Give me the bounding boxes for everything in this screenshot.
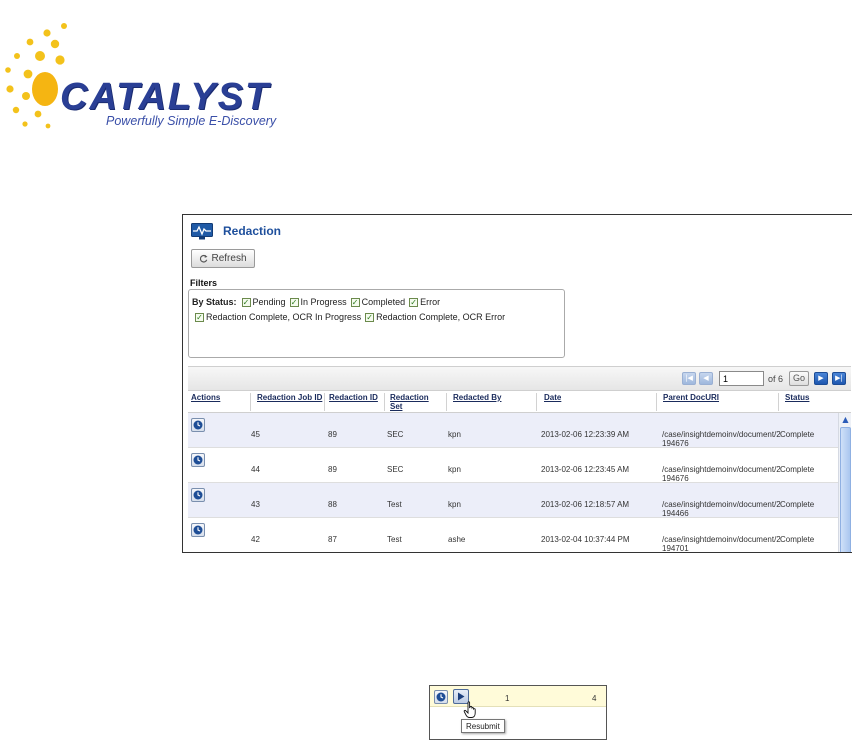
cell-status: Complete (780, 430, 815, 439)
hand-cursor-icon (463, 701, 476, 718)
checkbox-check-icon: ✓ (350, 297, 360, 307)
cell-job-id: 42 (251, 535, 260, 544)
cell-date: 2013-02-06 12:23:39 AM (541, 430, 630, 439)
go-button[interactable]: Go (789, 371, 809, 386)
cell-date: 2013-02-04 10:37:44 PM (541, 535, 630, 544)
table-header: Actions Redaction Job ID Redaction ID Re… (188, 391, 851, 413)
pager-bar: |◀ ◀ of 6 Go ▶ ▶| (188, 366, 851, 391)
cell-date: 2013-02-06 12:18:57 AM (541, 500, 630, 509)
cell-redaction-id: 88 (328, 500, 337, 509)
page-number-input[interactable] (719, 371, 764, 386)
cell-job-id: 44 (251, 465, 260, 474)
catalyst-logo: CATALYST Powerfully Simple E-Discovery (0, 14, 330, 134)
cell-redacted-by: kpn (448, 465, 461, 474)
cell-parent-docuri: /case/insightdemoinv/document/2 194701 (662, 535, 781, 553)
col-status[interactable]: Status (785, 393, 809, 402)
status-filter-row: By Status: ✓ Pending ✓ In Progress ✓ Comple… (192, 297, 444, 307)
column-divider (250, 393, 251, 411)
table-row[interactable]: 43 88 Test kpn 2013-02-06 12:18:57 AM /c… (188, 483, 838, 518)
cell-status: Complete (780, 465, 815, 474)
cell-redaction-id: 89 (328, 465, 337, 474)
logo-wordmark: CATALYST (60, 76, 271, 118)
column-divider (324, 393, 325, 411)
page-count: of 6 (768, 374, 784, 384)
prev-page-icon[interactable]: ◀ (699, 372, 713, 385)
column-divider (536, 393, 537, 411)
cell-parent-docuri: /case/insightdemoinv/document/2 194466 (662, 500, 781, 518)
cell-status: Complete (780, 500, 815, 509)
inset-value-1: 1 (505, 694, 510, 703)
column-divider (446, 393, 447, 411)
col-redaction-id[interactable]: Redaction ID (329, 393, 378, 402)
checkbox-check-icon: ✓ (241, 297, 251, 307)
checkbox-check-icon: ✓ (365, 312, 375, 322)
refresh-label: Refresh (211, 253, 247, 264)
checkbox-check-icon: ✓ (195, 312, 204, 322)
cell-redacted-by: kpn (448, 500, 461, 509)
checkbox-check-icon: ✓ (289, 297, 299, 307)
clock-icon[interactable] (191, 453, 205, 467)
col-parent-docuri[interactable]: Parent DocURI (663, 393, 719, 402)
cell-redaction-id: 89 (328, 430, 337, 439)
clock-icon[interactable] (191, 418, 205, 432)
cell-redacted-by: ashe (448, 535, 466, 544)
cell-set: SEC (387, 465, 404, 474)
cell-job-id: 43 (251, 500, 260, 509)
col-date[interactable]: Date (544, 393, 561, 402)
status-checkbox-ocr-in-progress[interactable]: ✓ Redaction Complete, OCR In Progress (195, 312, 361, 322)
cell-redacted-by: kpn (448, 430, 461, 439)
refresh-button[interactable]: Refresh (191, 249, 255, 268)
cell-set: SEC (387, 430, 404, 439)
status-checkbox-ocr-error[interactable]: ✓ Redaction Complete, OCR Error (365, 312, 505, 322)
col-redaction-set[interactable]: Redaction Set (390, 393, 438, 411)
cell-parent-docuri: /case/insightdemoinv/document/2 194676 (662, 430, 781, 448)
last-page-icon[interactable]: ▶| (832, 372, 846, 385)
col-redacted-by[interactable]: Redacted By (453, 393, 501, 402)
panel-title: Redaction (223, 224, 282, 238)
table-row[interactable]: 42 87 Test ashe 2013-02-04 10:37:44 PM /… (188, 518, 838, 553)
status-checkbox-completed[interactable]: ✓ Completed (350, 297, 405, 307)
checkbox-check-icon: ✓ (409, 297, 419, 307)
cell-redaction-id: 87 (328, 535, 337, 544)
by-status-label: By Status: (192, 297, 237, 307)
redaction-panel: Redaction Refresh Filters By Status: ✓ Pe… (182, 214, 852, 553)
play-icon (458, 692, 465, 701)
refresh-icon (200, 254, 208, 263)
cell-job-id: 45 (251, 430, 260, 439)
column-divider (384, 393, 385, 411)
filters-heading: Filters (190, 278, 218, 288)
cell-set: Test (387, 500, 402, 509)
status-filter-row-2: ✓ Redaction Complete, OCR In Progress ✓ Re… (195, 312, 509, 322)
column-divider (778, 393, 779, 411)
inset-value-2: 4 (592, 694, 597, 703)
next-page-icon[interactable]: ▶ (814, 372, 828, 385)
table-row[interactable]: 44 89 SEC kpn 2013-02-06 12:23:45 AM /ca… (188, 448, 838, 483)
cell-status: Complete (780, 535, 815, 544)
status-checkbox-pending[interactable]: ✓ Pending (241, 297, 286, 307)
filters-box: By Status: ✓ Pending ✓ In Progress ✓ Comple… (188, 289, 565, 358)
status-checkbox-in-progress[interactable]: ✓ In Progress (289, 297, 347, 307)
panel-header: Redaction (191, 221, 281, 241)
col-actions[interactable]: Actions (191, 393, 220, 402)
resubmit-inset: 1 4 Resubmit (429, 685, 607, 740)
table-scrollbar[interactable]: ▲ (838, 413, 851, 552)
cell-set: Test (387, 535, 402, 544)
resubmit-tooltip: Resubmit (461, 719, 505, 733)
col-redaction-job-id[interactable]: Redaction Job ID (257, 393, 322, 402)
table-body: 45 89 SEC kpn 2013-02-06 12:23:39 AM /ca… (188, 413, 838, 553)
monitor-icon (191, 222, 213, 239)
clock-icon[interactable] (191, 488, 205, 502)
clock-icon[interactable] (191, 523, 205, 537)
clock-icon[interactable] (434, 690, 448, 704)
scroll-thumb[interactable] (840, 427, 851, 552)
column-divider (656, 393, 657, 411)
first-page-icon[interactable]: |◀ (682, 372, 696, 385)
cell-date: 2013-02-06 12:23:45 AM (541, 465, 630, 474)
status-checkbox-error[interactable]: ✓ Error (409, 297, 440, 307)
cell-parent-docuri: /case/insightdemoinv/document/2 194676 (662, 465, 781, 483)
table-row[interactable]: 45 89 SEC kpn 2013-02-06 12:23:39 AM /ca… (188, 413, 838, 448)
logo-tagline: Powerfully Simple E-Discovery (106, 114, 277, 128)
scroll-up-icon[interactable]: ▲ (840, 414, 851, 425)
